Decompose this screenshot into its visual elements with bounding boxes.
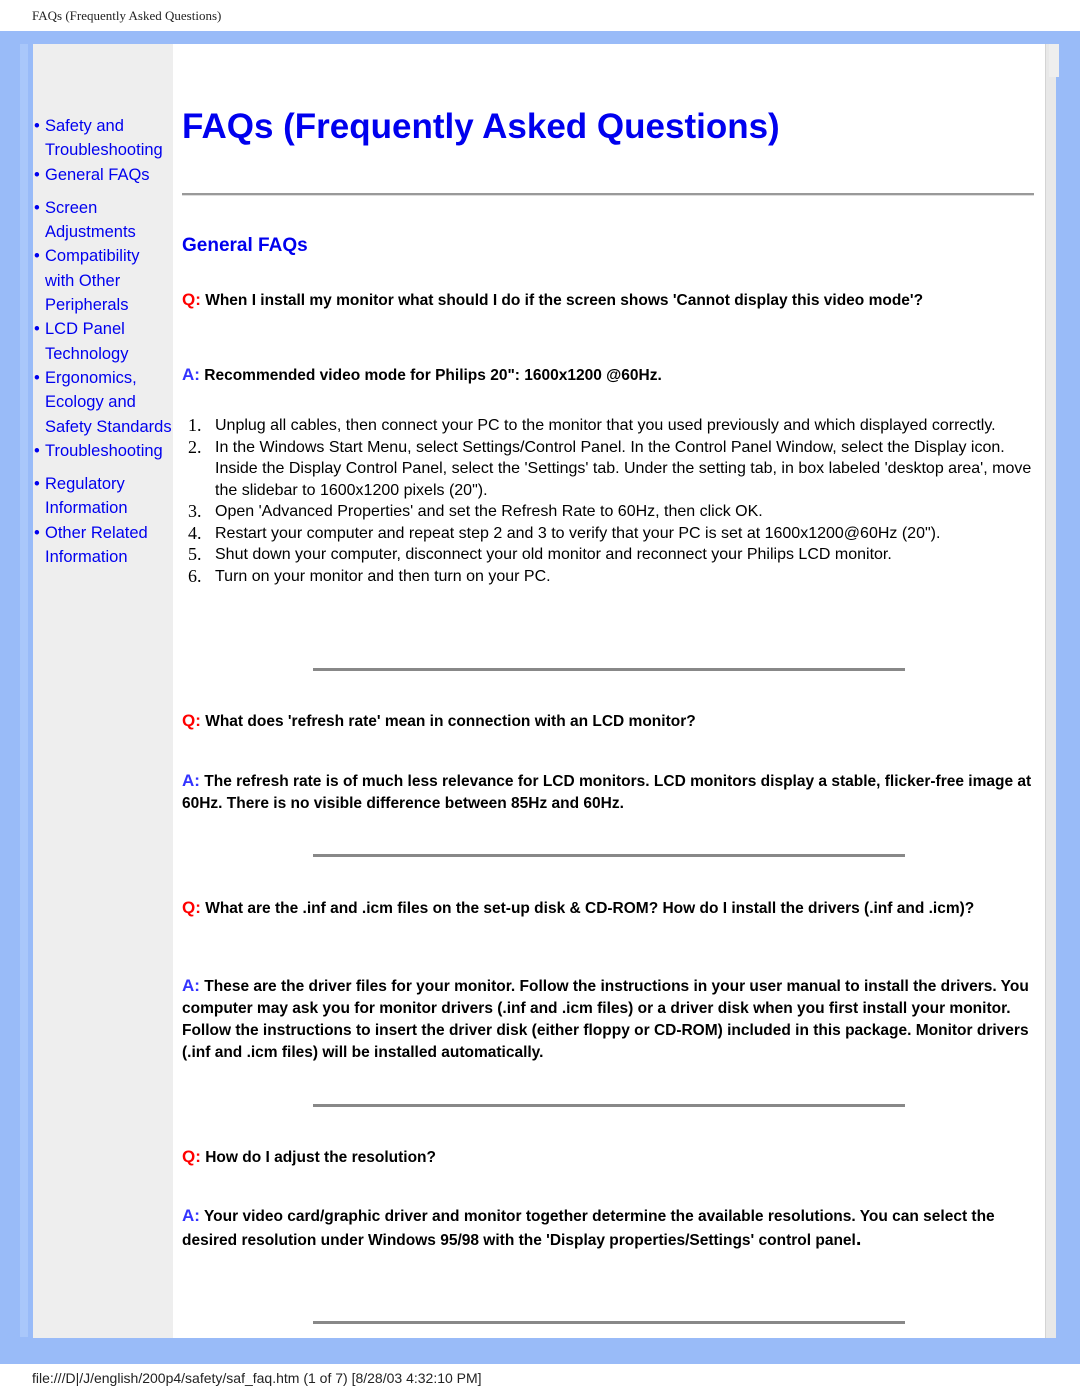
step-item: 4. Restart your computer and repeat step … xyxy=(188,522,941,543)
nav-link-safety-and-troubleshooting[interactable]: • Safety and Troubleshooting xyxy=(33,114,173,163)
question-marker: Q: xyxy=(182,290,201,309)
step-item: 6. Turn on your monitor and then turn on … xyxy=(188,565,551,586)
page-body: • Safety and Troubleshooting • General FAQ… xyxy=(33,44,1045,1338)
question-text: How do I adjust the resolution? xyxy=(205,1149,436,1166)
faq-divider xyxy=(313,1104,905,1107)
nav-link-lcd-panel-technology[interactable]: • LCD Panel Technology xyxy=(33,317,173,366)
answer-text: Recommended video mode for Philips 20": … xyxy=(204,367,662,384)
faq-answer: A: Your video card/graphic driver and mo… xyxy=(182,1206,995,1250)
page-corner-tab xyxy=(1049,44,1059,77)
step-item: 1. Unplug all cables, then connect your P… xyxy=(188,415,996,435)
faq-question: Q: How do I adjust the resolution? xyxy=(182,1146,1034,1169)
question-marker: Q: xyxy=(182,1147,201,1166)
sidebar-nav: • Safety and Troubleshooting • General FAQ… xyxy=(33,114,173,578)
question-marker: Q: xyxy=(182,711,201,730)
step-item: 2. In the Windows Start Menu, select Sett… xyxy=(188,436,1032,499)
answer-text: Your video card/graphic driver and monit… xyxy=(182,1208,995,1249)
answer-marker: A: xyxy=(182,365,200,384)
nav-link-other-related-information[interactable]: • Other Related Information xyxy=(33,521,173,570)
faq-divider xyxy=(313,854,905,857)
title-divider xyxy=(182,193,1034,196)
answer-text: These are the driver files for your moni… xyxy=(182,978,1029,1061)
faq-answer: A: The refresh rate is of much less rele… xyxy=(182,770,1034,815)
nav-link-ergonomics[interactable]: • Ergonomics, Ecology and Safety Standard… xyxy=(33,366,173,439)
sidebar: • Safety and Troubleshooting • General FAQ… xyxy=(33,44,173,1338)
steps-list: 1. Unplug all cables, then connect your P… xyxy=(182,415,1034,587)
page-title: FAQs (Frequently Asked Questions) xyxy=(182,107,780,146)
answer-marker: A: xyxy=(182,1206,200,1225)
section-title: General FAQs xyxy=(182,235,308,256)
nav-group-info: • Regulatory Information • Other Related I… xyxy=(33,472,173,569)
faq-divider xyxy=(313,668,905,671)
nav-link-regulatory-information[interactable]: • Regulatory Information xyxy=(33,472,173,521)
print-footer: file:///D|/J/english/200p4/safety/saf_fa… xyxy=(32,1370,482,1386)
frame-left-edge xyxy=(20,44,28,1337)
answer-marker: A: xyxy=(182,976,200,995)
nav-link-troubleshooting[interactable]: • Troubleshooting xyxy=(33,439,173,463)
question-text: When I install my monitor what should I … xyxy=(205,292,924,309)
answer-text: The refresh rate is of much less relevan… xyxy=(182,773,1032,812)
nav-link-compatibility[interactable]: • Compatibility with Other Peripherals xyxy=(33,244,173,317)
faq-divider xyxy=(313,1321,905,1324)
nav-link-screen-adjustments[interactable]: • Screen Adjustments xyxy=(33,196,173,245)
faq-question: Q: What are the .inf and .icm files on t… xyxy=(182,897,1034,920)
faq-answer: A: Recommended video mode for Philips 20… xyxy=(182,364,1034,387)
page-right-edge xyxy=(1045,44,1056,1338)
faq-answer: A: These are the driver files for your m… xyxy=(182,975,1034,1064)
answer-marker: A: xyxy=(182,771,200,790)
print-header: FAQs (Frequently Asked Questions) xyxy=(32,8,222,23)
question-text: What are the .inf and .icm files on the … xyxy=(205,900,975,917)
nav-link-general-faqs[interactable]: • General FAQs xyxy=(33,163,173,187)
question-text: What does 'refresh rate' mean in connect… xyxy=(205,713,696,730)
faq-question: Q: When I install my monitor what should… xyxy=(182,289,1034,312)
question-marker: Q: xyxy=(182,898,201,917)
step-item: 5. Shut down your computer, disconnect yo… xyxy=(188,544,892,564)
nav-group-topics: • Screen Adjustments • Compatibility with … xyxy=(33,196,173,463)
nav-group-safety: • Safety and Troubleshooting • General FAQ… xyxy=(33,114,173,187)
faq-question: Q: What does 'refresh rate' mean in conn… xyxy=(182,710,1034,733)
step-item: 3. Open 'Advanced Properties' and set the… xyxy=(188,501,763,521)
